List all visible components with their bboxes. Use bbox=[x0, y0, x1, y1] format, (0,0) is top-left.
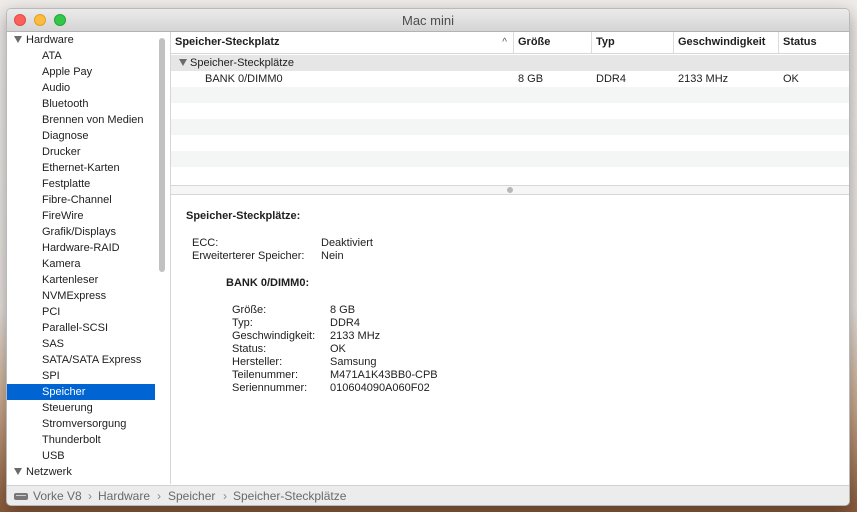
sidebar-item-firewire[interactable]: FireWire bbox=[7, 208, 155, 224]
sidebar-item-steuerung[interactable]: Steuerung bbox=[7, 400, 155, 416]
sidebar-item-audio[interactable]: Audio bbox=[7, 80, 155, 96]
field-value: 010604090A060F02 bbox=[330, 382, 430, 394]
empty-row bbox=[171, 103, 849, 119]
sidebar-item-festplatte[interactable]: Festplatte bbox=[7, 176, 155, 192]
sidebar-scrollbar[interactable] bbox=[159, 38, 165, 272]
field-value: 8 GB bbox=[330, 304, 356, 316]
title-bar[interactable]: Mac mini bbox=[7, 9, 849, 32]
table-header: Speicher-Steckplatz ^ Größe Typ Geschwin… bbox=[171, 32, 849, 54]
ecc-label: ECC: bbox=[192, 237, 219, 249]
breadcrumb-separator: › bbox=[88, 489, 92, 503]
disclosure-triangle-icon[interactable] bbox=[14, 36, 22, 43]
sidebar-item-kamera[interactable]: Kamera bbox=[7, 256, 155, 272]
ecc-value: Deaktiviert bbox=[321, 237, 373, 249]
detail-heading: Speicher-Steckplätze: bbox=[186, 210, 301, 222]
sort-ascending-icon[interactable]: ^ bbox=[502, 32, 507, 53]
field-value: OK bbox=[330, 343, 346, 355]
sidebar-item-brennen-von-medien[interactable]: Brennen von Medien bbox=[7, 112, 155, 128]
breadcrumb-hardware[interactable]: Hardware bbox=[98, 486, 150, 505]
field-label: Seriennummer: bbox=[232, 382, 308, 394]
sidebar-item-drucker[interactable]: Drucker bbox=[7, 144, 155, 160]
detail-pane: Speicher-Steckplätze: ECC: Deaktiviert E… bbox=[171, 195, 849, 485]
window-title: Mac mini bbox=[401, 13, 454, 28]
memory-table[interactable]: Speicher-Steckplatz ^ Größe Typ Geschwin… bbox=[171, 32, 849, 185]
sidebar-item-grafik-displays[interactable]: Grafik/Displays bbox=[7, 224, 155, 240]
empty-row bbox=[171, 151, 849, 167]
drive-icon bbox=[14, 493, 28, 500]
breadcrumb-separator: › bbox=[223, 489, 227, 503]
sidebar-item-spi[interactable]: SPI bbox=[7, 368, 155, 384]
column-header-slot[interactable]: Speicher-Steckplatz ^ bbox=[171, 32, 514, 53]
breadcrumb-speicher-steckplaetze[interactable]: Speicher-Steckplätze bbox=[233, 486, 346, 505]
field-value: M471A1K43BB0-CPB bbox=[330, 369, 438, 381]
field-label: Status: bbox=[232, 343, 267, 355]
disclosure-triangle-icon[interactable] bbox=[14, 468, 22, 475]
field-label: Teilenummer: bbox=[232, 369, 299, 381]
field-label: Geschwindigkeit: bbox=[232, 330, 316, 342]
field-label: Typ: bbox=[232, 317, 253, 329]
column-header-type[interactable]: Typ bbox=[592, 32, 674, 53]
breadcrumb-speicher[interactable]: Speicher bbox=[168, 486, 215, 505]
sidebar-item-ata[interactable]: ATA bbox=[7, 48, 155, 64]
column-header-status[interactable]: Status bbox=[779, 32, 849, 53]
sidebar-item-speicher[interactable]: Speicher bbox=[7, 384, 155, 400]
sidebar-item-sas[interactable]: SAS bbox=[7, 336, 155, 352]
sidebar-item-stromversorgung[interactable]: Stromversorgung bbox=[7, 416, 155, 432]
sidebar-item-fibre-channel[interactable]: Fibre-Channel bbox=[7, 192, 155, 208]
empty-row bbox=[171, 87, 849, 103]
sidebar[interactable]: Hardware ATA Apple Pay Audio Bluetooth B… bbox=[7, 32, 171, 484]
divider-handle-icon[interactable] bbox=[507, 187, 513, 193]
sidebar-item-usb[interactable]: USB bbox=[7, 448, 155, 464]
sidebar-item-thunderbolt[interactable]: Thunderbolt bbox=[7, 432, 155, 448]
breadcrumb-separator: › bbox=[157, 489, 161, 503]
field-value: DDR4 bbox=[330, 317, 360, 329]
cell-status: OK bbox=[783, 73, 799, 85]
sidebar-item-ethernet-karten[interactable]: Ethernet-Karten bbox=[7, 160, 155, 176]
sidebar-item-hardware-raid[interactable]: Hardware-RAID bbox=[7, 240, 155, 256]
cell-speed: 2133 MHz bbox=[678, 73, 729, 85]
table-row[interactable]: BANK 0/DIMM0 8 GB DDR4 2133 MHz OK bbox=[171, 71, 849, 87]
table-group-row[interactable]: Speicher-Steckplätze bbox=[171, 55, 849, 71]
column-header-speed[interactable]: Geschwindigkeit bbox=[674, 32, 779, 53]
sidebar-group-label: Netzwerk bbox=[26, 466, 72, 478]
sidebar-group-netzwerk[interactable]: Netzwerk bbox=[7, 464, 170, 480]
sidebar-item-diagnose[interactable]: Diagnose bbox=[7, 128, 155, 144]
field-label: Hersteller: bbox=[232, 356, 283, 368]
group-label: Speicher-Steckplätze bbox=[190, 57, 294, 69]
sidebar-item-apple-pay[interactable]: Apple Pay bbox=[7, 64, 155, 80]
cell-size: 8 GB bbox=[518, 73, 544, 85]
extended-memory-label: Erweiterterer Speicher: bbox=[192, 250, 305, 262]
field-value: 2133 MHz bbox=[330, 330, 381, 342]
cell-slot: BANK 0/DIMM0 bbox=[205, 73, 283, 85]
field-label: Größe: bbox=[232, 304, 267, 316]
column-header-size[interactable]: Größe bbox=[514, 32, 592, 53]
field-value: Samsung bbox=[330, 356, 377, 368]
extended-memory-value: Nein bbox=[321, 250, 344, 262]
empty-row bbox=[171, 135, 849, 151]
empty-row bbox=[171, 119, 849, 135]
sidebar-item-parallel-scsi[interactable]: Parallel-SCSI bbox=[7, 320, 155, 336]
sidebar-group-hardware[interactable]: Hardware bbox=[7, 32, 170, 48]
path-bar: Vorke V8 › Hardware › Speicher › Speiche… bbox=[7, 485, 849, 505]
system-information-window: Mac mini Hardware ATA Apple Pay Audio Bl… bbox=[6, 8, 850, 506]
bank-heading: BANK 0/DIMM0: bbox=[226, 277, 310, 289]
disclosure-triangle-icon[interactable] bbox=[179, 59, 187, 66]
sidebar-item-kartenleser[interactable]: Kartenleser bbox=[7, 272, 155, 288]
cell-type: DDR4 bbox=[596, 73, 626, 85]
breadcrumb-computer[interactable]: Vorke V8 bbox=[33, 486, 82, 505]
sidebar-item-bluetooth[interactable]: Bluetooth bbox=[7, 96, 155, 112]
sidebar-item-nvmexpress[interactable]: NVMExpress bbox=[7, 288, 155, 304]
sidebar-group-label: Hardware bbox=[26, 34, 74, 46]
empty-row bbox=[171, 167, 849, 183]
sidebar-item-sata-sata-express[interactable]: SATA/SATA Express bbox=[7, 352, 155, 368]
sidebar-item-pci[interactable]: PCI bbox=[7, 304, 155, 320]
split-view-divider[interactable] bbox=[171, 185, 849, 195]
column-label: Speicher-Steckplatz bbox=[175, 36, 280, 48]
